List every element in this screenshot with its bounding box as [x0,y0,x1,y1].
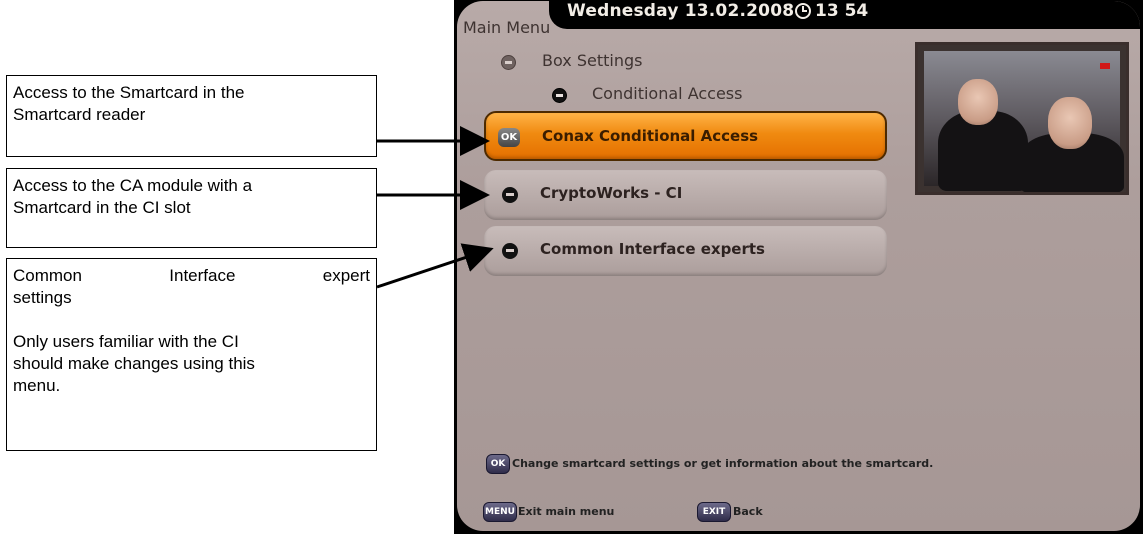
callout-arrows [376,126,494,289]
arrow-to-common-interface [376,243,494,289]
